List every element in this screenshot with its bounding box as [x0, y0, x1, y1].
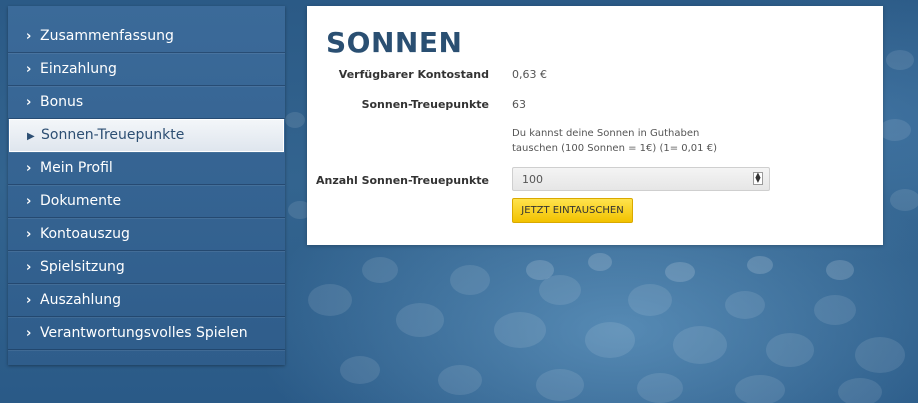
sidebar-item-label: Verantwortungsvolles Spielen — [40, 325, 248, 341]
points-value: 63 — [512, 98, 526, 111]
sidebar-item-label: Auszahlung — [40, 292, 122, 308]
sidebar-item-label: Mein Profil — [40, 160, 113, 176]
exchange-info-line: tauschen (100 Sonnen = 1€) (1= 0,01 €) — [512, 143, 717, 154]
points-label: Sonnen-Treuepunkte — [361, 98, 489, 111]
sidebar-item-label: Dokumente — [40, 193, 122, 209]
amount-field-wrapper: ▲▼ — [512, 167, 770, 191]
page-title: SONNEN — [326, 26, 463, 59]
chevron-right-icon: › — [26, 227, 32, 242]
sidebar-item-label: Kontoauszug — [40, 226, 130, 242]
number-spinner-icon[interactable]: ▲ ▼ — [753, 172, 763, 185]
sidebar-item-label: Zusammenfassung — [40, 28, 174, 44]
balance-value: 0,63 € — [512, 68, 547, 81]
sidebar-item-label: Bonus — [40, 94, 84, 110]
sonnen-panel: SONNEN Verfügbarer Kontostand 0,63 € Son… — [307, 6, 883, 245]
sidebar-item-label: Sonnen-Treuepunkte — [41, 127, 185, 143]
exchange-button[interactable]: JETZT EINTAUSCHEN — [512, 198, 633, 223]
triangle-right-icon: ▶ — [27, 131, 35, 142]
sidebar-item-mein-profil[interactable]: › Mein Profil — [8, 152, 285, 185]
sidebar-item-kontoauszug[interactable]: › Kontoauszug — [8, 218, 285, 251]
sidebar-item-label: Spielsitzung — [40, 259, 125, 275]
balance-label: Verfügbarer Kontostand — [338, 68, 489, 81]
amount-input[interactable] — [513, 168, 752, 190]
sidebar-item-dokumente[interactable]: › Dokumente — [8, 185, 285, 218]
sidebar-item-verantwortungsvolles-spielen[interactable]: › Verantwortungsvolles Spielen — [8, 317, 285, 350]
sidebar-item-einzahlung[interactable]: › Einzahlung — [8, 53, 285, 86]
chevron-right-icon: › — [26, 29, 32, 44]
account-sidebar: › Zusammenfassung › Einzahlung › Bonus ▶ Son… — [8, 6, 285, 365]
chevron-right-icon: › — [26, 95, 32, 110]
sidebar-item-label: Einzahlung — [40, 61, 117, 77]
sidebar-item-sonnen-treuepunkte[interactable]: ▶ Sonnen-Treuepunkte — [9, 119, 284, 152]
amount-label: Anzahl Sonnen-Treuepunkte — [315, 174, 489, 187]
sidebar-item-bonus[interactable]: › Bonus — [8, 86, 285, 119]
exchange-info-line: Du kannst deine Sonnen in Guthaben — [512, 128, 700, 139]
sidebar-item-auszahlung[interactable]: › Auszahlung — [8, 284, 285, 317]
sidebar-menu: › Zusammenfassung › Einzahlung › Bonus ▶ Son… — [8, 6, 285, 350]
chevron-right-icon: › — [26, 260, 32, 275]
chevron-right-icon: › — [26, 326, 32, 341]
exchange-info: Du kannst deine Sonnen in Guthaben tausc… — [512, 126, 772, 156]
sidebar-item-zusammenfassung[interactable]: › Zusammenfassung — [8, 20, 285, 53]
chevron-right-icon: › — [26, 194, 32, 209]
chevron-right-icon: › — [26, 62, 32, 77]
sidebar-item-spielsitzung[interactable]: › Spielsitzung — [8, 251, 285, 284]
chevron-right-icon: › — [26, 161, 32, 176]
chevron-right-icon: › — [26, 293, 32, 308]
